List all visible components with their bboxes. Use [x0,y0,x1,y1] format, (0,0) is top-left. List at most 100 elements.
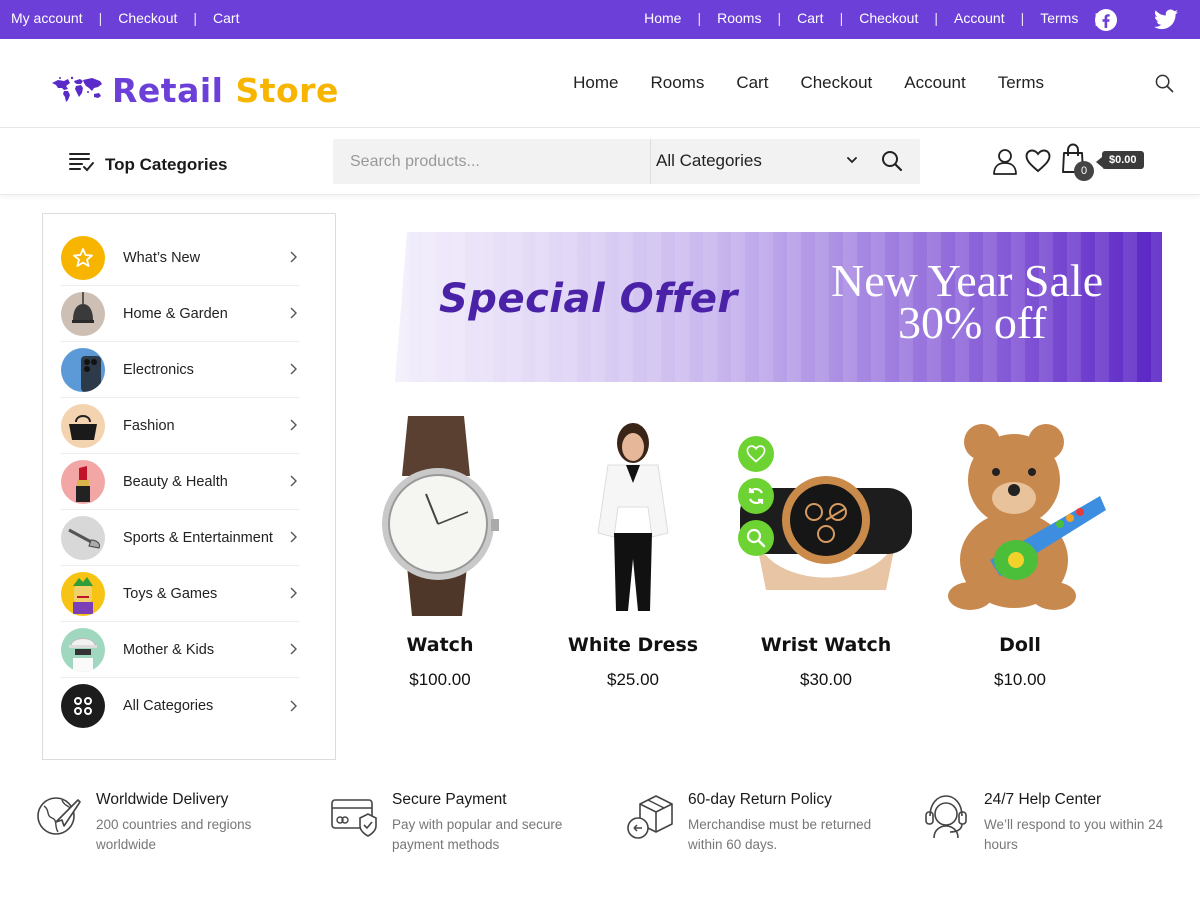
top-link-rooms[interactable]: Rooms [717,10,761,26]
category-sidebar: What’s New Home & Garden Electronics Fas… [42,213,336,760]
grid-dots-icon [61,684,105,728]
facebook-icon[interactable] [1094,8,1118,35]
product-price: $25.00 [607,670,659,689]
product-image-white-dress[interactable] [543,420,723,612]
user-icon[interactable] [992,148,1018,179]
search-row: Top Categories All Categories 0 $0.00 [0,129,1200,195]
chevron-right-icon [289,416,299,435]
nav-account[interactable]: Account [904,73,965,93]
feature-title: 24/7 Help Center [984,791,1102,808]
cart-count-badge: 0 [1074,161,1094,181]
top-bar-left-links: My account | Checkout | Cart [11,10,239,26]
product-name[interactable]: Watch [350,634,530,656]
product-search-form: All Categories [333,139,920,184]
product-image-wrist-watch[interactable] [736,420,916,612]
compare-refresh-icon[interactable] [738,478,774,514]
globe-plane-icon [34,792,82,840]
top-link-checkout-right[interactable]: Checkout [859,10,918,26]
logo-text: Retail Store [112,71,339,110]
category-label: Fashion [123,417,175,434]
promo-banner[interactable]: Special Offer New Year Sale 30% off [395,232,1162,382]
separator: | [697,10,702,26]
category-item-sports-entertainment[interactable]: Sports & Entertainment [61,510,299,566]
category-item-mother-kids[interactable]: Mother & Kids [61,622,299,678]
top-link-cart-right[interactable]: Cart [797,10,823,26]
toy-figure-icon [61,571,105,616]
product-name[interactable]: Doll [930,634,1110,656]
product-card[interactable]: White Dress $25.00 [543,420,723,689]
separator: | [777,10,782,26]
top-link-account[interactable]: Account [954,10,1005,26]
feature-title: Secure Payment [392,791,507,808]
category-item-whats-new[interactable]: What’s New [61,230,299,286]
golf-club-icon [61,515,105,560]
feature-description: Pay with popular and secure payment meth… [392,817,563,852]
star-icon [61,235,105,280]
nav-terms[interactable]: Terms [998,73,1044,93]
banner-special-offer: Special Offer [439,276,738,322]
search-icon[interactable] [1155,74,1174,97]
top-bar: My account | Checkout | Cart Home | Room… [0,0,1200,39]
product-card[interactable]: Wrist Watch $30.00 [736,420,916,689]
banner-sale-discount: 30% off [898,297,1047,348]
separator: | [934,10,938,26]
top-link-terms[interactable]: Terms [1040,10,1078,26]
chevron-right-icon [289,697,299,716]
cart-total-badge[interactable]: $0.00 [1096,151,1144,169]
category-item-beauty-health[interactable]: Beauty & Health [61,454,299,510]
site-logo[interactable]: Retail Store [50,71,339,110]
top-categories-label: Top Categories [105,154,228,174]
category-item-home-garden[interactable]: Home & Garden [61,286,299,342]
category-select[interactable]: All Categories [656,151,762,171]
search-input[interactable] [333,139,650,184]
product-card[interactable]: Watch $100.00 [350,416,530,689]
site-header: Retail Store Home Rooms Cart Checkout Ac… [0,39,1200,128]
product-name[interactable]: Wrist Watch [736,634,916,656]
banner-corner [395,232,407,382]
logo-word-retail: Retail [112,71,224,110]
separator: | [1020,10,1025,26]
feature-title: 60-day Return Policy [688,791,832,808]
nav-rooms[interactable]: Rooms [650,73,704,93]
category-item-all-categories[interactable]: All Categories [61,678,299,734]
main-nav: Home Rooms Cart Checkout Account Terms [573,73,1044,93]
feature-description: We’ll respond to you within 24 hours [984,817,1164,852]
top-link-my-account[interactable]: My account [11,10,83,26]
top-link-home[interactable]: Home [644,10,681,26]
chevron-right-icon [289,360,299,379]
quick-view-search-icon[interactable] [738,520,774,556]
category-item-toys-games[interactable]: Toys & Games [61,566,299,622]
search-submit-button[interactable] [881,150,903,176]
product-price: $100.00 [409,670,471,689]
twitter-icon[interactable] [1154,9,1178,33]
feature-description: Merchandise must be returned within 60 d… [688,817,872,852]
world-map-icon [50,75,104,107]
smartphone-icon [61,347,105,392]
top-bar-right-links: Home | Rooms | Cart | Checkout | Account… [644,10,1114,26]
product-card[interactable]: Doll $10.00 [930,420,1110,689]
chevron-right-icon [289,472,299,491]
chevron-right-icon [289,584,299,603]
top-link-cart[interactable]: Cart [213,10,239,26]
category-item-fashion[interactable]: Fashion [61,398,299,454]
category-label: Mother & Kids [123,641,215,658]
product-name[interactable]: White Dress [543,634,723,656]
nav-home[interactable]: Home [573,73,618,93]
heart-icon[interactable] [1025,149,1051,177]
wishlist-heart-icon[interactable] [738,436,774,472]
separator: | [839,10,844,26]
box-return-icon [626,792,674,840]
product-image-watch[interactable] [350,416,530,616]
category-item-electronics[interactable]: Electronics [61,342,299,398]
nav-checkout[interactable]: Checkout [800,73,872,93]
category-label: Electronics [123,361,194,378]
chevron-right-icon [289,528,299,547]
chevron-right-icon [289,304,299,323]
top-link-checkout[interactable]: Checkout [118,10,177,26]
kid-hat-icon [61,627,105,672]
category-label: What’s New [123,249,201,266]
nav-cart[interactable]: Cart [736,73,768,93]
top-categories-toggle[interactable]: Top Categories [69,151,227,178]
product-image-doll[interactable] [930,420,1110,612]
chevron-down-icon[interactable] [845,152,859,171]
